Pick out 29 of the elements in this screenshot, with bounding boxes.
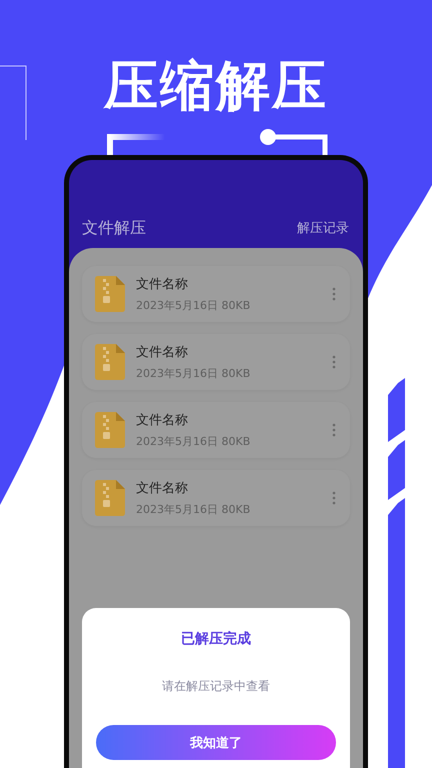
screen-title: 文件解压 (82, 218, 146, 238)
file-item[interactable]: 文件名称 2023年5月16日 80KB (82, 402, 350, 458)
more-icon[interactable] (332, 423, 336, 437)
connector-line-decoration (260, 129, 328, 156)
stripe-decoration (388, 378, 405, 442)
file-meta: 2023年5月16日 80KB (136, 434, 252, 449)
dialog-title: 已解压完成 (181, 630, 251, 648)
file-item[interactable]: 文件名称 2023年5月16日 80KB (82, 334, 350, 390)
file-name: 文件名称 (136, 412, 189, 429)
confirm-button[interactable]: 我知道了 (96, 725, 336, 760)
more-icon[interactable] (332, 355, 336, 369)
zip-file-icon (95, 412, 125, 448)
zip-file-icon (95, 480, 125, 516)
more-icon[interactable] (332, 287, 336, 301)
zip-file-icon (95, 276, 125, 312)
headline: 压缩解压 (104, 55, 328, 117)
file-meta: 2023年5月16日 80KB (136, 298, 252, 313)
file-name: 文件名称 (136, 344, 189, 361)
file-name: 文件名称 (136, 480, 189, 497)
zip-file-icon (95, 344, 125, 380)
file-item[interactable]: 文件名称 2023年5月16日 80KB (82, 470, 350, 526)
history-link[interactable]: 解压记录 (297, 219, 349, 237)
corner-line-decoration (107, 134, 165, 156)
file-name: 文件名称 (136, 276, 189, 293)
more-icon[interactable] (332, 491, 336, 505)
dialog-message: 请在解压记录中查看 (162, 678, 270, 695)
file-item[interactable]: 文件名称 2023年5月16日 80KB (82, 266, 350, 322)
file-meta: 2023年5月16日 80KB (136, 502, 252, 517)
file-meta: 2023年5月16日 80KB (136, 366, 252, 381)
